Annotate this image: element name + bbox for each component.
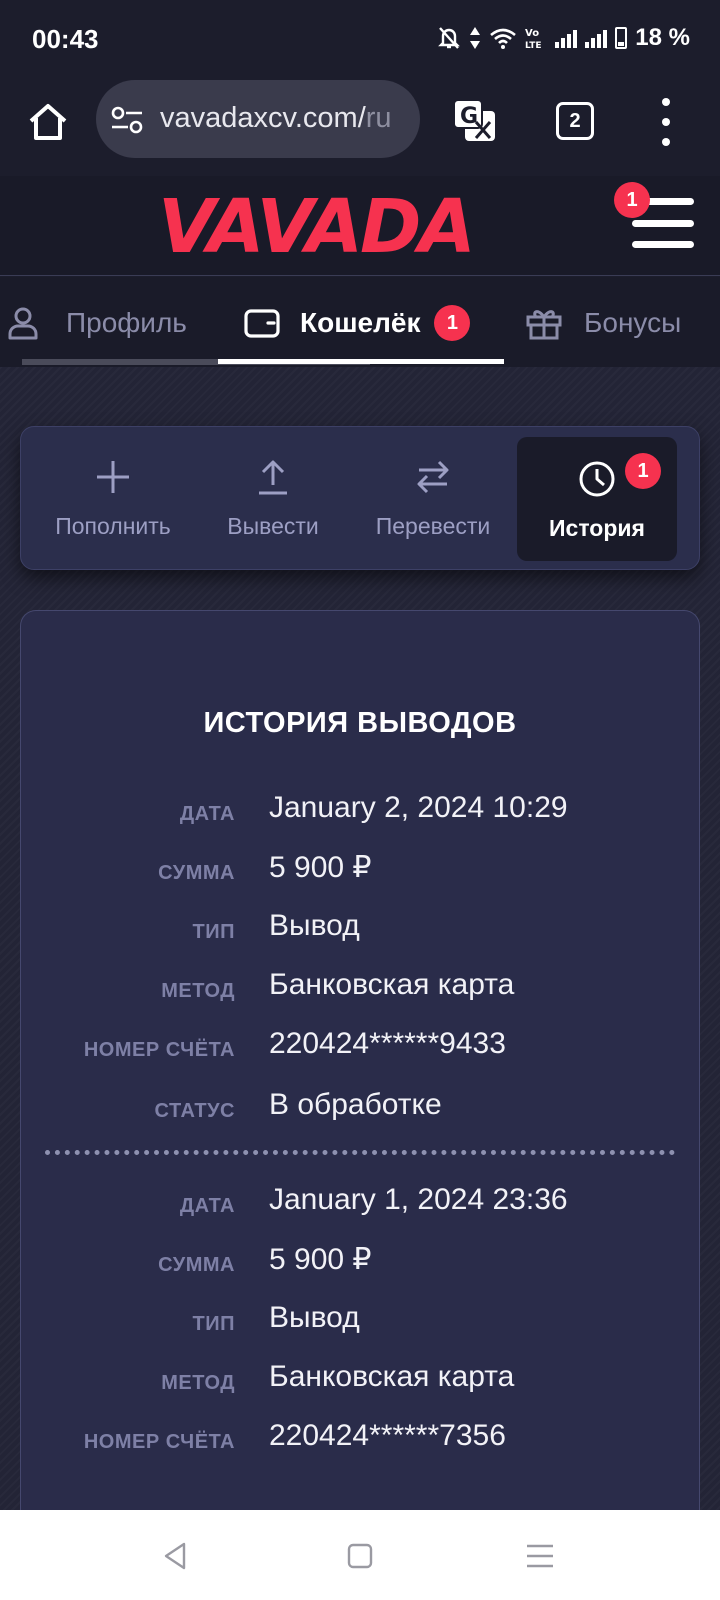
field-label: ТИП: [192, 921, 235, 943]
gift-icon: [526, 310, 562, 340]
tab-bonuses[interactable]: Бонусы: [526, 303, 681, 343]
record-date-row: ДАТА January 1, 2024 23:36: [21, 1183, 699, 1223]
volte-icon: Vo LTE: [525, 28, 542, 50]
record-amount: 5 900 ₽: [269, 851, 372, 884]
home-nav-icon[interactable]: [340, 1536, 380, 1576]
account-tabs: Профиль Кошелёк 1 Бонусы: [0, 277, 720, 367]
history-badge: 1: [625, 453, 661, 489]
record-amount: 5 900 ₽: [269, 1243, 372, 1276]
data-arrows-icon: [470, 27, 481, 49]
wifi-icon: [490, 28, 517, 49]
record-account-row: НОМЕР СЧЁТА 220424******9433: [21, 1027, 699, 1067]
field-label: НОМЕР СЧЁТА: [83, 1431, 235, 1453]
field-label: СТАТУС: [154, 1100, 235, 1122]
tab-wallet-label: Кошелёк: [300, 307, 421, 338]
recent-apps-icon[interactable]: [520, 1536, 560, 1576]
field-label: ТИП: [192, 1313, 235, 1335]
svg-text:LTE: LTE: [525, 41, 542, 50]
transfer-button[interactable]: Перевести: [353, 427, 513, 571]
record-date: January 1, 2024 23:36: [269, 1183, 568, 1216]
user-icon: [8, 307, 38, 340]
transfer-label: Перевести: [375, 513, 491, 539]
notifications-muted-icon: [438, 27, 461, 49]
vavada-logo[interactable]: VAVADA: [158, 190, 476, 264]
status-bar: 00:43 Vo LTE 18 %: [0, 0, 720, 80]
address-bar[interactable]: vavadaxcv.com/ru: [96, 80, 420, 158]
field-label: СУММА: [158, 862, 235, 884]
system-navigation-bar: [0, 1510, 720, 1600]
record-method-row: МЕТОД Банковская карта: [21, 968, 699, 1008]
tab-wallet[interactable]: Кошелёк 1: [244, 303, 471, 343]
field-label: СУММА: [158, 1254, 235, 1276]
history-button[interactable]: История 1: [517, 437, 677, 561]
url-text: vavadaxcv.com/ru: [160, 102, 392, 135]
svg-text:Vo: Vo: [525, 28, 539, 39]
transfer-icon: [417, 460, 449, 494]
site-header: VAVADA 1: [0, 176, 720, 276]
clock-icon: [579, 461, 615, 497]
tab-profile-label: Профиль: [66, 307, 187, 338]
record-type-row: ТИП Вывод: [21, 909, 699, 949]
record-type: Вывод: [269, 909, 360, 942]
withdrawal-history-card: ИСТОРИЯ ВЫВОДОВ ДАТА January 2, 2024 10:…: [20, 610, 700, 1510]
history-label: История: [549, 515, 645, 541]
tab-switcher-button[interactable]: 2: [556, 102, 594, 140]
home-icon[interactable]: [26, 100, 70, 144]
record-method: Банковская карта: [269, 968, 515, 1001]
record-status-row: СТАТУС В обработке: [21, 1088, 699, 1128]
battery-icon: [615, 27, 628, 49]
record-account-row: НОМЕР СЧЁТА 220424******7356: [21, 1419, 699, 1459]
record-date: January 2, 2024 10:29: [269, 791, 568, 824]
translate-icon[interactable]: G: [452, 98, 498, 144]
wallet-actions-bar: Пополнить Вывести Перевести История 1: [20, 426, 700, 570]
record-divider: [45, 1150, 675, 1155]
deposit-label: Пополнить: [55, 513, 171, 539]
menu-badge: 1: [614, 182, 650, 218]
record-amount-row: СУММА 5 900 ₽: [21, 1242, 699, 1282]
battery-percent: 18 %: [635, 24, 690, 51]
url-path: ru: [365, 102, 392, 134]
svg-text:G: G: [460, 104, 478, 129]
record-status: В обработке: [269, 1088, 442, 1121]
tab-wallet-badge: 1: [434, 305, 471, 341]
withdraw-label: Вывести: [227, 513, 319, 539]
withdraw-button[interactable]: Вывести: [193, 427, 353, 571]
upload-icon: [259, 460, 287, 495]
tab-active-indicator: [218, 359, 504, 364]
site-settings-icon[interactable]: [110, 106, 144, 134]
record-account: 220424******9433: [269, 1027, 506, 1060]
history-title: ИСТОРИЯ ВЫВОДОВ: [203, 707, 517, 739]
status-icons: Vo LTE 18 %: [437, 24, 690, 52]
record-method: Банковская карта: [269, 1360, 515, 1393]
record-date-row: ДАТА January 2, 2024 10:29: [21, 791, 699, 831]
record-type: Вывод: [269, 1301, 360, 1334]
field-label: ДАТА: [179, 1195, 235, 1217]
deposit-button[interactable]: Пополнить: [33, 427, 193, 571]
plus-icon: [97, 461, 129, 493]
signal-icon: [555, 28, 578, 48]
url-host: vavadaxcv.com/: [160, 102, 366, 134]
record-method-row: МЕТОД Банковская карта: [21, 1360, 699, 1400]
signal-icon: [585, 28, 608, 48]
wallet-icon: [244, 309, 280, 338]
tab-bonuses-label: Бонусы: [584, 307, 682, 338]
field-label: МЕТОД: [161, 980, 235, 1002]
record-account: 220424******7356: [269, 1419, 506, 1452]
field-label: ДАТА: [179, 803, 235, 825]
record-amount-row: СУММА 5 900 ₽: [21, 850, 699, 890]
back-icon[interactable]: [156, 1536, 196, 1576]
more-options-icon[interactable]: [656, 98, 676, 146]
status-time: 00:43: [32, 24, 99, 54]
field-label: МЕТОД: [161, 1372, 235, 1394]
browser-toolbar: vavadaxcv.com/ru G 2: [0, 80, 720, 176]
tab-profile[interactable]: Профиль: [8, 303, 187, 343]
record-type-row: ТИП Вывод: [21, 1301, 699, 1341]
field-label: НОМЕР СЧЁТА: [83, 1039, 235, 1061]
